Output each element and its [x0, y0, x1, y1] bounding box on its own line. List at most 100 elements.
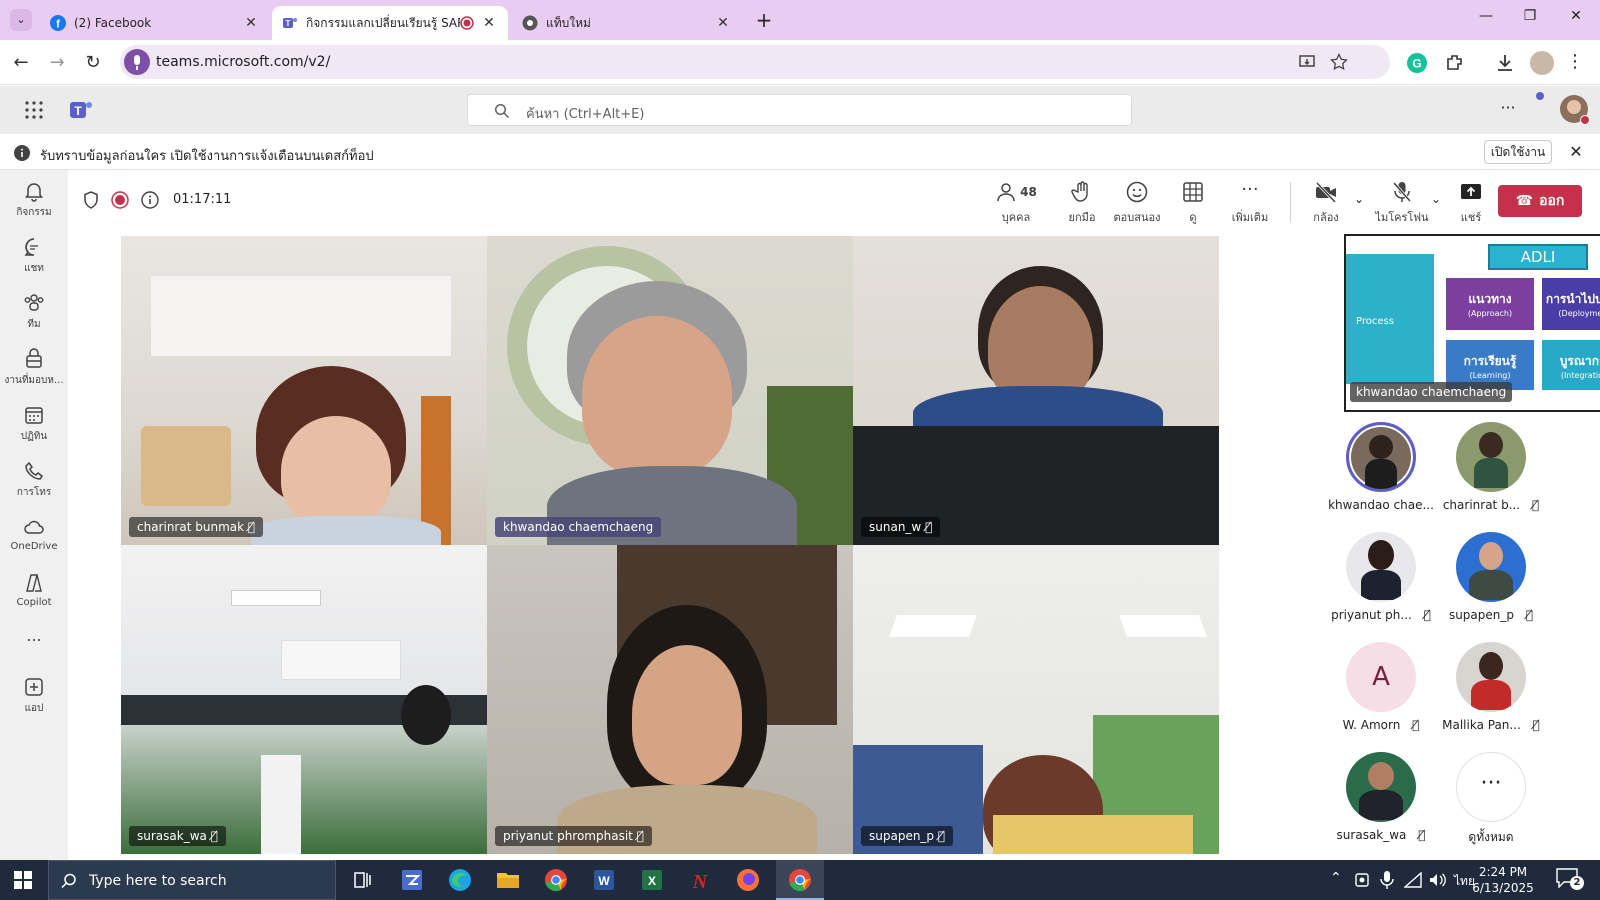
people-button[interactable]: 48 บุคคล [983, 180, 1049, 228]
close-window-button[interactable]: ✕ [1554, 8, 1598, 32]
more-actions-button[interactable]: ··· เพิ่มเติม [1219, 180, 1281, 228]
chrome-icon[interactable] [536, 864, 576, 896]
rail-item-chat[interactable]: แชท [0, 230, 68, 286]
zoom-app-icon[interactable] [392, 864, 432, 896]
react-label: ตอบสนอง [1113, 211, 1161, 224]
video-tile[interactable]: supapen_p 🎙̸ [853, 545, 1219, 854]
participant-card[interactable]: supapen_p 🎙̸ [1436, 532, 1546, 642]
restore-button[interactable]: ❐ [1508, 8, 1552, 32]
address-bar[interactable]: teams.microsoft.com/v2/ [120, 45, 1390, 79]
recording-icon[interactable] [111, 191, 129, 209]
forward-button[interactable]: → [44, 50, 70, 76]
mic-muted-icon: 🎙̸ [937, 829, 946, 843]
rail-item-calendar[interactable]: ปฏิทิน [0, 398, 68, 454]
teams-search-box[interactable]: ค้นหา (Ctrl+Alt+E) [467, 94, 1132, 126]
tray-chevron-up-icon[interactable]: ⌃ [1330, 870, 1344, 886]
mic-muted-icon: 🎙̸ [636, 829, 644, 843]
nitro-pdf-icon[interactable]: N [680, 864, 720, 896]
tray-wifi-icon[interactable] [1404, 872, 1422, 888]
view-all-participants-button[interactable]: ··· ดูทั้งหมด [1436, 752, 1546, 862]
install-app-icon[interactable] [1298, 53, 1316, 71]
react-button[interactable]: ตอบสนอง [1106, 180, 1168, 228]
view-button[interactable]: ดู [1164, 180, 1222, 228]
grammarly-extension-icon[interactable]: G [1406, 52, 1428, 74]
rail-item-assignments[interactable]: งานที่มอบห... [0, 342, 68, 398]
raise-hand-button[interactable]: ยกมือ [1053, 180, 1111, 228]
participant-card[interactable]: Mallika Pan... 🎙̸ [1436, 642, 1546, 752]
rail-item-teams[interactable]: ทีม [0, 286, 68, 342]
rail-item-onedrive[interactable]: OneDrive [0, 510, 68, 566]
tab-search-chevron-icon[interactable]: ⌄ [10, 9, 32, 31]
participant-card[interactable]: surasak_wa 🎙̸ [1326, 752, 1436, 862]
phone-icon [25, 461, 44, 480]
bookmark-star-icon[interactable] [1330, 53, 1348, 71]
taskbar-search-box[interactable]: Type here to search [48, 860, 336, 900]
word-icon[interactable]: W [584, 864, 624, 896]
tab-close-icon[interactable]: ✕ [242, 15, 260, 31]
video-tile[interactable]: charinrat bunmak 🎙̸ [121, 236, 487, 545]
downloads-icon[interactable] [1494, 52, 1516, 74]
svg-text:X: X [648, 874, 656, 888]
extensions-puzzle-icon[interactable] [1444, 52, 1466, 74]
tab-new-tab[interactable]: แท็บใหม่ ✕ [512, 6, 742, 40]
mic-muted-icon: 🎙̸ [1418, 828, 1426, 842]
enable-notifications-button[interactable]: เปิดใช้งาน [1484, 140, 1552, 164]
banner-close-button[interactable]: ✕ [1566, 142, 1586, 161]
settings-more-icon[interactable]: ··· [1498, 98, 1518, 117]
video-tile[interactable]: sunan_w 🎙̸ [853, 236, 1219, 545]
action-center-button[interactable]: 2 [1556, 868, 1584, 892]
site-info-icon[interactable] [124, 49, 150, 75]
reload-button[interactable]: ↻ [80, 50, 106, 76]
taskbar-clock[interactable]: 2:24 PM 6/13/2025 [1466, 864, 1540, 896]
taskbar-active-chrome[interactable] [776, 860, 824, 900]
leave-meeting-button[interactable]: ☎ ออก [1498, 185, 1582, 217]
camera-options-chevron-icon[interactable]: ⌄ [1352, 192, 1366, 206]
new-tab-button[interactable]: + [752, 9, 776, 33]
tray-microphone-icon[interactable] [1380, 870, 1394, 890]
participant-card[interactable]: A W. Amorn 🎙̸ [1326, 642, 1436, 752]
tab-close-icon[interactable]: ✕ [480, 15, 498, 31]
shared-screen-thumbnail[interactable]: Process ADLI แนวทาง(Approach) การนำไปปฏิ… [1344, 234, 1600, 412]
app-launcher-waffle-icon[interactable] [24, 100, 44, 120]
svg-text:N: N [692, 871, 709, 893]
camera-toggle-button[interactable]: กล้อง [1301, 180, 1351, 228]
tab-teams-meeting[interactable]: T กิจกรรมแลกเปลี่ยนเรียนรู้ SAR - ✕ [272, 6, 508, 40]
excel-icon[interactable]: X [632, 864, 672, 896]
clock-date: 6/13/2025 [1472, 881, 1534, 895]
tab-title: แท็บใหม่ [546, 15, 591, 30]
avatar [1346, 752, 1416, 822]
tab-close-icon[interactable]: ✕ [714, 15, 732, 31]
video-tile[interactable]: surasak_wa 🎙̸ [121, 545, 487, 854]
copilot-icon [26, 574, 42, 592]
tray-volume-icon[interactable] [1428, 872, 1446, 888]
task-view-icon[interactable] [342, 864, 382, 896]
video-tile[interactable]: priyanut phromphasit 🎙̸ [487, 545, 853, 854]
video-tile[interactable]: khwandao chaemchaeng [487, 236, 853, 545]
info-icon [14, 145, 30, 161]
presenter-nameplate: khwandao chaemchaeng [1350, 382, 1513, 402]
minimize-button[interactable]: — [1464, 8, 1508, 32]
rail-item-activity[interactable]: กิจกรรม [0, 174, 68, 230]
mic-options-chevron-icon[interactable]: ⌄ [1429, 192, 1443, 206]
rail-item-calls[interactable]: การโทร [0, 454, 68, 510]
rail-item-copilot[interactable]: Copilot [0, 566, 68, 622]
file-explorer-icon[interactable] [488, 864, 528, 896]
edge-icon[interactable] [440, 864, 480, 896]
participant-name-row: Mallika Pan... 🎙̸ [1442, 718, 1540, 732]
participant-card[interactable]: priyanut ph... 🎙̸ [1326, 532, 1436, 642]
participant-card[interactable]: khwandao chae... [1326, 422, 1436, 532]
tab-facebook[interactable]: f (2) Facebook ✕ [40, 6, 270, 40]
share-screen-button[interactable]: แชร์ [1446, 180, 1496, 228]
mic-toggle-button[interactable]: ไมโครโฟน [1368, 180, 1436, 228]
tray-meet-now-icon[interactable] [1354, 871, 1370, 889]
back-button[interactable]: ← [8, 50, 34, 76]
windows-start-icon[interactable] [14, 871, 32, 889]
firefox-icon[interactable] [728, 864, 768, 896]
participant-card[interactable]: charinrat b... 🎙̸ [1436, 422, 1546, 532]
rail-item-apps[interactable]: แอป [0, 670, 68, 726]
shield-icon[interactable] [83, 191, 99, 209]
chrome-profile-avatar[interactable] [1530, 51, 1554, 75]
notification-count-badge: 2 [1570, 876, 1584, 890]
meeting-info-icon[interactable] [141, 191, 159, 209]
chrome-menu-icon[interactable]: ⋮ [1566, 50, 1584, 74]
